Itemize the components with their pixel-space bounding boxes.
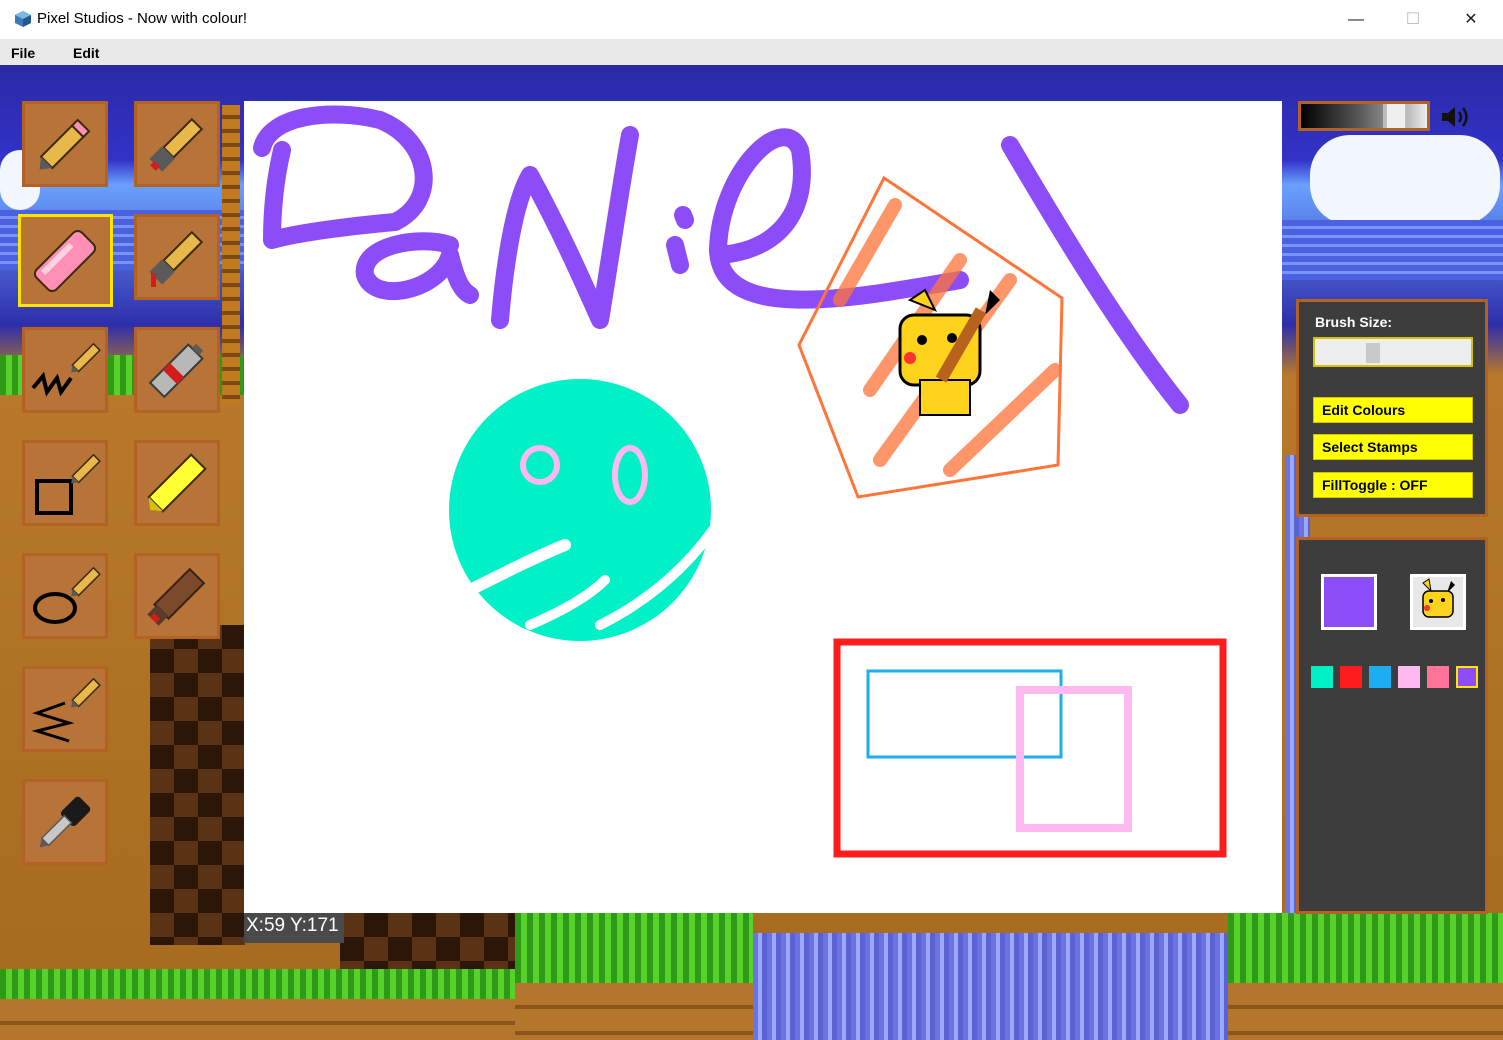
palette-swatch-6[interactable] (1456, 666, 1478, 688)
drawing-canvas[interactable] (244, 101, 1282, 913)
grass-strip (515, 913, 753, 983)
window-title: Pixel Studios - Now with colour! (37, 10, 248, 27)
drawn-pink-rectangle (1016, 686, 1132, 832)
dirt-strip (1228, 983, 1503, 1040)
drawn-blue-rectangle (866, 669, 1063, 759)
eyedropper-tool[interactable] (22, 779, 108, 865)
pencil-tool[interactable] (22, 101, 108, 187)
title-bar: Pixel Studios - Now with colour! — ☐ ✕ (0, 0, 1503, 40)
drawn-letter-d (253, 105, 433, 249)
highlighter-tool[interactable] (134, 440, 220, 526)
menu-file[interactable]: File (11, 45, 35, 61)
palette-swatch-4[interactable] (1398, 666, 1420, 688)
marker-icon (147, 567, 206, 626)
brush-size-slider[interactable] (1313, 337, 1473, 367)
grass-strip (0, 969, 515, 999)
palette-swatch-1[interactable] (1311, 666, 1333, 688)
marker-tool[interactable] (134, 553, 220, 639)
fill-toggle-button[interactable]: FillToggle : OFF (1313, 472, 1473, 498)
close-button[interactable]: ✕ (1442, 0, 1500, 39)
paint-brush-icon (149, 117, 204, 172)
drip-brush-tool[interactable] (134, 214, 220, 300)
palette-swatch-3[interactable] (1369, 666, 1391, 688)
pikachu-stamp-icon (1422, 578, 1455, 618)
squiggle-pencil-icon (31, 342, 101, 397)
zigzag-pencil-icon (31, 677, 101, 743)
drawn-letter-i (666, 236, 689, 274)
squiggle-line-tool[interactable] (22, 327, 108, 413)
pencil-icon (39, 118, 91, 170)
app-icon (15, 11, 31, 27)
drawn-letter-i-dot (674, 206, 694, 229)
eraser-tool[interactable] (18, 214, 113, 307)
current-stamp-preview[interactable] (1410, 574, 1466, 630)
menu-edit[interactable]: Edit (73, 45, 99, 61)
ellipse-pencil-icon (33, 566, 101, 624)
speaker-icon[interactable] (1440, 104, 1474, 130)
zigzag-line-tool[interactable] (22, 666, 108, 752)
ellipse-tool[interactable] (22, 553, 108, 639)
highlighter-icon (147, 453, 207, 513)
grass-strip (1228, 913, 1503, 983)
brush-panel: Brush Size: Edit Colours Select Stamps F… (1296, 299, 1488, 517)
drawn-red-rectangle (833, 638, 1227, 858)
brush-size-thumb[interactable] (1366, 343, 1380, 363)
spray-can-icon (148, 343, 204, 399)
edit-colours-button[interactable]: Edit Colours (1313, 397, 1473, 423)
current-colour-swatch[interactable] (1321, 574, 1377, 630)
cloud-shape (1310, 135, 1500, 225)
palm-trunk (222, 105, 240, 405)
rectangle-pencil-icon (35, 453, 101, 515)
select-stamps-button[interactable]: Select Stamps (1313, 434, 1473, 460)
maximize-button[interactable]: ☐ (1384, 0, 1442, 39)
minimize-button[interactable]: — (1327, 0, 1385, 39)
rectangle-tool[interactable] (22, 440, 108, 526)
menu-bar: File Edit (0, 39, 1503, 65)
drawn-letter-l (1001, 136, 1189, 414)
cursor-coordinates: X:59 Y:171 (244, 913, 344, 943)
palette-swatch-2[interactable] (1340, 666, 1362, 688)
brush-size-label: Brush Size: (1315, 314, 1393, 330)
checker-wall (150, 625, 245, 945)
shade-slider-thumb[interactable] (1383, 104, 1409, 128)
sea-strip (1282, 220, 1503, 280)
spray-can-tool[interactable] (134, 327, 220, 413)
canvas-drawing (253, 105, 1227, 858)
palette-swatch-5[interactable] (1427, 666, 1449, 688)
drawn-letter-n (491, 126, 639, 329)
eraser-icon (33, 229, 97, 293)
dirt-strip (515, 983, 753, 1040)
colour-panel (1296, 537, 1488, 914)
eyedropper-icon (39, 796, 91, 848)
drip-brush-icon (149, 230, 204, 287)
drawn-letter-e (709, 128, 969, 309)
drawn-letter-a (355, 232, 479, 304)
dirt-strip (0, 999, 515, 1040)
paint-brush-tool[interactable] (134, 101, 220, 187)
shade-slider[interactable] (1298, 101, 1430, 131)
waterfall (753, 933, 1228, 1040)
checker-wall (340, 913, 520, 973)
